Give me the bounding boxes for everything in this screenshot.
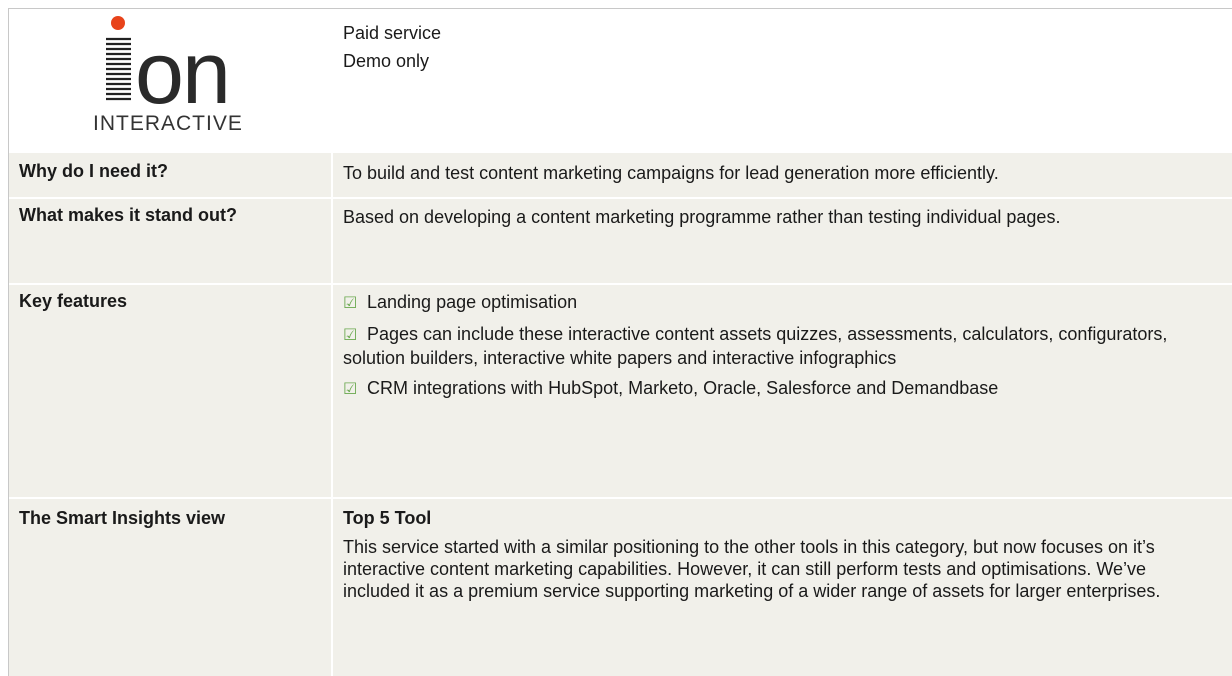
feature-item: ☑ CRM integrations with HubSpot, Marketo,…	[343, 377, 1211, 401]
header-row: on INTERACTIVE Paid service Demo only	[9, 9, 1232, 136]
row-key-features: Key features ☑ Landing page optimisation …	[9, 285, 1232, 497]
row-label: Why do I need it?	[19, 161, 168, 181]
service-info-cell: Paid service Demo only	[333, 9, 1221, 136]
logo-wordmark: INTERACTIVE	[93, 112, 243, 135]
tool-review-table: on INTERACTIVE Paid service Demo only Wh…	[8, 8, 1232, 676]
checkbox-checked-icon: ☑	[343, 295, 358, 312]
row-smart-insights-view: The Smart Insights view Top 5 Tool This …	[9, 499, 1232, 676]
row-label: The Smart Insights view	[19, 508, 226, 528]
service-availability: Demo only	[343, 51, 430, 71]
checkbox-checked-icon: ☑	[343, 381, 358, 398]
feature-item: ☑ Pages can include these interactive con…	[343, 324, 1168, 368]
logo-cell: on INTERACTIVE	[9, 9, 333, 136]
service-type: Paid service	[343, 23, 442, 43]
row-stand-out: What makes it stand out? Based on develo…	[9, 199, 1232, 283]
row-text: To build and test content marketing camp…	[343, 163, 999, 183]
row-label: What makes it stand out?	[19, 205, 238, 225]
row-text: Based on developing a content marketing …	[343, 207, 1061, 227]
checkbox-checked-icon: ☑	[343, 327, 358, 344]
ion-interactive-logo: on INTERACTIVE	[93, 16, 243, 135]
row-label: Key features	[19, 291, 128, 311]
row-text: This service started with a similar posi…	[343, 537, 1161, 601]
logo-brand: on	[135, 23, 229, 122]
rating-headline: Top 5 Tool	[343, 508, 432, 528]
feature-item: ☑ Landing page optimisation	[343, 291, 1211, 315]
row-why: Why do I need it? To build and test cont…	[9, 153, 1232, 197]
